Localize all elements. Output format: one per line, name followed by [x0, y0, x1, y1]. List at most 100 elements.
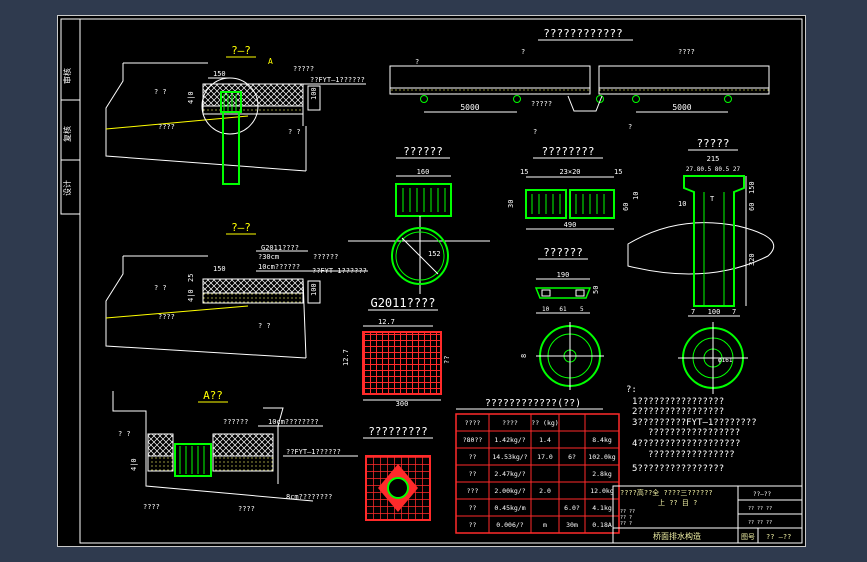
title-block-line1: ????高??全 ????三?????? [620, 488, 713, 497]
grid-g2011-dim-12-7: 12.7 [378, 318, 395, 326]
notes-line-5: 4??????????????????? [632, 439, 740, 449]
detail-a-dim: 4|0 [130, 458, 138, 471]
ring-dim-190: 190 [557, 271, 570, 279]
pipe-dim-7b: 7 [732, 308, 736, 316]
plate-dim-top: 23×20 [559, 168, 580, 176]
notes-line-1: 1???????????????? [632, 397, 724, 407]
section-bb-dim-vert: 4|0 [187, 289, 195, 302]
longitudinal-title: ???????????? [543, 27, 622, 40]
plate-dim-60: 60 [622, 203, 630, 211]
notes-line-3: 3?????????FYT—1???????? [632, 418, 757, 428]
materials-table-header-cell: ???? [502, 419, 518, 427]
materials-table-title: ????????????(??) [485, 398, 581, 409]
materials-table-cell: 2.00kg/? [494, 487, 525, 495]
materials-table-cell: 1.4 [539, 436, 551, 444]
plate-detail: ???????? 23×20 15 15 490 30 60 10 [507, 145, 640, 230]
materials-table-header-cell: ?? (kg) [531, 419, 558, 427]
title-block-drawing-name: 桥面排水构造 [653, 531, 701, 541]
cad-viewport[interactable]: 审核 复核 设计 ?—? A 150 ????? ??FYT—1?????? ?… [0, 0, 867, 562]
section-bb: ?—? G2011???? ?30cm ?????? 10cm?????? ??… [105, 221, 368, 359]
pipe-detail: ????? 215 27.80.5 80.5 27 T 10 60 150 32… [627, 137, 775, 317]
detail-a-label-1: ?????? [223, 418, 248, 426]
longitudinal-label-4: ????? [531, 100, 552, 108]
grid-small-title: ????????? [368, 425, 428, 438]
materials-table-cell: 2.8kg [592, 470, 612, 478]
pipe-dim-215: 215 [707, 155, 720, 163]
pipe-dim-10: 10 [678, 200, 686, 208]
longitudinal-label-6: ? [628, 123, 632, 131]
section-aa-title: ?—? [231, 44, 251, 57]
plate-detail-title: ???????? [542, 145, 595, 158]
materials-table-cell: 1.42kg/? [494, 436, 525, 444]
section-bb-dim-150: 150 [213, 265, 226, 273]
side-tab-review: 审核 [62, 68, 72, 84]
materials-table-cell: 12.0kg [590, 487, 614, 495]
title-block-right-1: ??—?? [753, 491, 771, 498]
pipe-dim-60: 60 [748, 203, 756, 211]
title-block-sheet-no: ?? —?? [766, 533, 791, 541]
section-aa-label-5: ? ? [288, 128, 301, 136]
materials-table-cell: 14.53kg/? [492, 453, 527, 461]
pipe-dim-320: 320 [748, 253, 756, 266]
pipe-dim-sub: 27.80.5 80.5 27 [686, 166, 741, 173]
ring-dim-61: 61 [559, 306, 567, 313]
materials-table-cell: 6? [568, 453, 576, 461]
grid-g2011-title: G2011???? [370, 296, 435, 310]
materials-table-cell: 30m [566, 521, 578, 529]
plate-dim-10: 10 [632, 192, 640, 200]
grate-plan: ?????? 160 [395, 145, 452, 217]
section-bb-label-2: ?30cm [258, 253, 279, 261]
ring-detail: ?????? 190 50 10 61 5 [534, 246, 600, 314]
section-aa-dim-vert: 4|0 [187, 91, 195, 104]
longitudinal-view: ???????????? ? ???? ? ????? ? ? 5000 500… [389, 27, 770, 136]
detail-a-label-4: 8cm???????? [286, 493, 332, 501]
circle-plan-left: 8 [520, 322, 604, 390]
materials-table-cell: 102.0kg [588, 453, 615, 461]
materials-table-cell: 0.006/? [496, 521, 523, 529]
pipe-label-t: T [710, 195, 715, 203]
side-tab-check: 复核 [62, 126, 72, 142]
section-aa-label-2: ????? [293, 65, 314, 73]
title-block-right-3: ?? ?? ?? [748, 520, 772, 526]
materials-table-cell: m [543, 521, 547, 529]
materials-table-cell: 17.0 [537, 453, 553, 461]
grid-g2011-dim-300: 300 [396, 400, 409, 408]
materials-table: ????????????(??) ???????? ?? (kg) ?80?? 1.4… [455, 398, 620, 534]
pipe-dim-100: 100 [708, 308, 721, 316]
section-aa-dim-150: 150 [213, 70, 226, 78]
plate-dim-15a: 15 [520, 168, 528, 176]
side-tab-design: 设计 [62, 180, 72, 196]
circle-plan-right-label: φ161 [718, 357, 733, 364]
materials-table-cell: ?? [469, 453, 477, 461]
grate-plan-title: ?????? [403, 145, 443, 158]
materials-table-cell: 6.0? [564, 504, 580, 512]
materials-table-cell: 0.18A [592, 521, 612, 529]
section-aa-tag: A [268, 57, 273, 66]
notes-line-6: ???????????????? [648, 450, 735, 460]
materials-table-cell: ?80?? [463, 436, 483, 444]
circle-grate-dim: 152 [428, 250, 441, 258]
materials-table-cell: 2.47kg/? [494, 470, 525, 478]
section-aa: ?—? A 150 ????? ??FYT—1?????? ? ? ???? ?… [105, 44, 366, 185]
longitudinal-label-5: ? [533, 128, 537, 136]
materials-table-cell: ?? [469, 470, 477, 478]
longitudinal-label-3: ? [415, 58, 419, 66]
drawing-canvas: 审核 复核 设计 ?—? A 150 ????? ??FYT—1?????? ?… [60, 18, 803, 544]
materials-table-cell: ?? [469, 504, 477, 512]
detail-a-title: A?? [203, 389, 223, 402]
longitudinal-dim-1: 5000 [460, 103, 479, 112]
grid-small: ????????? [363, 425, 433, 521]
ring-detail-title: ?????? [543, 246, 583, 259]
pipe-dim-7a: 7 [691, 308, 695, 316]
plate-dim-15b: 15 [614, 168, 622, 176]
section-bb-label-8: ? ? [258, 322, 271, 330]
title-block: ????高??全 ????三?????? 上 ?? 目 ? ?? ?? ?? ?… [612, 485, 803, 544]
materials-table-cell: 2.0 [539, 487, 551, 495]
section-bb-label-3: ?????? [313, 253, 338, 261]
materials-table-cell: ??? [467, 487, 479, 495]
circle-grate: 152 [348, 216, 490, 294]
materials-table-cell: 4.1kg [592, 504, 612, 512]
ring-dim-10: 10 [542, 306, 550, 313]
materials-table-cell: 8.4kg [592, 436, 612, 444]
longitudinal-label-1: ? [521, 48, 525, 56]
